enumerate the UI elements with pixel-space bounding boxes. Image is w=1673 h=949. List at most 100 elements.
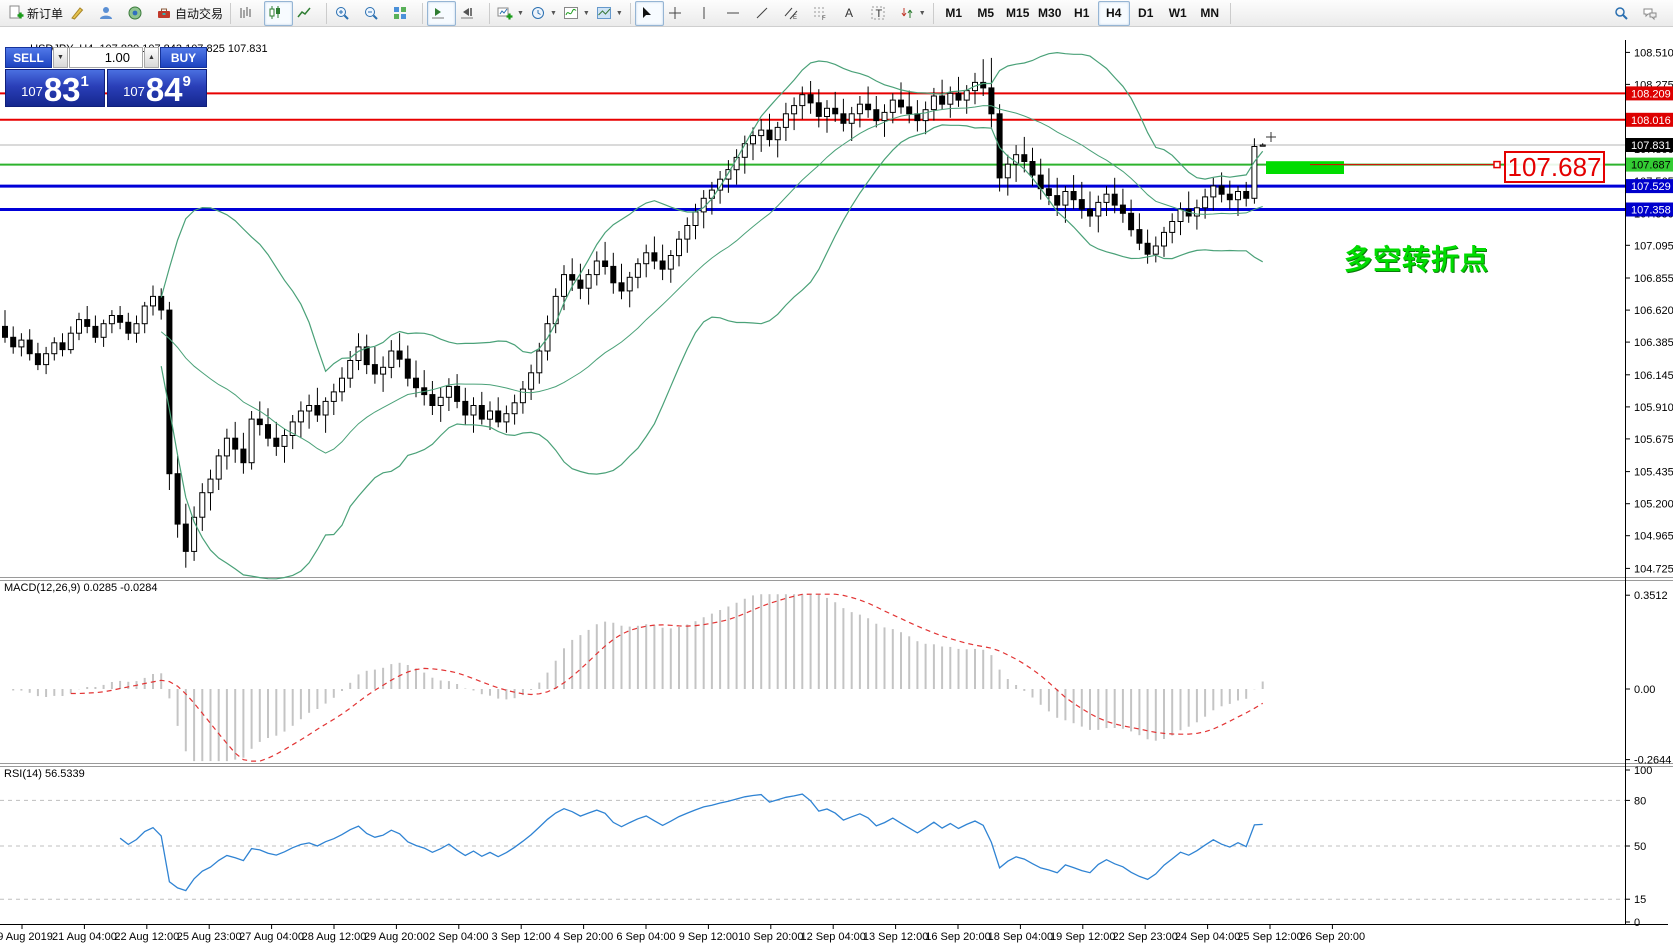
toolbar-separator <box>230 3 231 24</box>
metaeditor-button[interactable] <box>66 1 95 26</box>
pencil-icon <box>69 5 85 21</box>
tf-mn-button[interactable]: MN <box>1194 1 1226 26</box>
indicators-list-button[interactable]: ▼ <box>560 1 593 26</box>
trendline-button[interactable] <box>751 1 780 26</box>
clock-icon <box>530 5 546 21</box>
tile-windows-button[interactable] <box>389 1 418 26</box>
svg-text:24 Sep 04:00: 24 Sep 04:00 <box>1175 931 1240 943</box>
terminal-window: 108.510108.275108.040107.800107.565107.3… <box>0 0 1673 949</box>
svg-text:4 Sep 20:00: 4 Sep 20:00 <box>554 931 613 943</box>
horizontal-line-button[interactable] <box>722 1 751 26</box>
tf-m5-button[interactable]: M5 <box>970 1 1002 26</box>
sell-button[interactable]: SELL <box>5 47 52 68</box>
volume-decrease-button[interactable]: ▼ <box>53 47 68 68</box>
zoom-out-icon <box>363 5 379 21</box>
svg-text:100: 100 <box>1634 765 1652 777</box>
svg-text:106.385: 106.385 <box>1634 337 1673 349</box>
hline-icon <box>725 5 741 21</box>
chart-canvas[interactable]: 108.510108.275108.040107.800107.565107.3… <box>0 0 1673 949</box>
periods-button[interactable]: ▼ <box>527 1 560 26</box>
svg-text:107.095: 107.095 <box>1634 240 1673 252</box>
volume-increase-button[interactable]: ▲ <box>144 47 159 68</box>
svg-text:104.725: 104.725 <box>1634 563 1673 575</box>
bars-icon <box>238 5 254 21</box>
svg-text:21 Aug 04:00: 21 Aug 04:00 <box>52 931 117 943</box>
zoom-out-button[interactable] <box>360 1 389 26</box>
cursor-button[interactable] <box>635 1 664 26</box>
toolbar-separator <box>630 3 631 24</box>
svg-text:105.435: 105.435 <box>1634 467 1673 479</box>
svg-text:13 Sep 12:00: 13 Sep 12:00 <box>863 931 928 943</box>
chart-shift-button[interactable] <box>456 1 485 26</box>
tf-w1-button[interactable]: W1 <box>1162 1 1194 26</box>
line-chart-button[interactable] <box>293 1 322 26</box>
templates-button[interactable]: ▼ <box>593 1 626 26</box>
svg-text:108.209: 108.209 <box>1631 88 1671 100</box>
new-chart-button[interactable]: ▼ <box>494 1 527 26</box>
chart-plus-icon <box>497 5 513 21</box>
buy-price-big: 84 <box>146 77 183 103</box>
svg-text:108.510: 108.510 <box>1634 47 1673 59</box>
candlesticks <box>3 58 1266 568</box>
tf-m30-button[interactable]: M30 <box>1034 1 1066 26</box>
auto-scroll-button[interactable] <box>427 1 456 26</box>
fibo-icon: F <box>812 5 828 21</box>
svg-text:18 Sep 04:00: 18 Sep 04:00 <box>988 931 1053 943</box>
sell-price-big: 83 <box>44 77 81 103</box>
candles-icon <box>267 5 283 21</box>
shift-icon <box>459 5 475 21</box>
tf-h1-button[interactable]: H1 <box>1066 1 1098 26</box>
labelT-icon: T <box>870 5 886 21</box>
tf-d1-button[interactable]: D1 <box>1130 1 1162 26</box>
chevron-down-icon: ▼ <box>616 10 623 17</box>
svg-text:25 Sep 12:00: 25 Sep 12:00 <box>1237 931 1302 943</box>
buy-price-prefix: 107 <box>123 84 145 99</box>
candlestick-chart-button[interactable] <box>264 1 293 26</box>
bar-chart-button[interactable] <box>235 1 264 26</box>
crosshair-button[interactable] <box>664 1 693 26</box>
highlight-rectangle[interactable] <box>1266 161 1344 174</box>
svg-text:106.620: 106.620 <box>1634 305 1673 317</box>
new-order-button[interactable]: 新订单 <box>5 1 66 26</box>
community-chat-button[interactable] <box>1639 1 1668 26</box>
buy-price-button[interactable]: 107849 <box>107 69 207 107</box>
template-icon <box>596 5 612 21</box>
equidistant-channel-button[interactable]: E <box>780 1 809 26</box>
chevron-down-icon: ▼ <box>919 10 926 17</box>
svg-text:9 Sep 12:00: 9 Sep 12:00 <box>679 931 738 943</box>
search-button[interactable] <box>1610 1 1639 26</box>
turning-point-label[interactable]: 多空转折点 <box>1344 238 1489 278</box>
svg-text:106.145: 106.145 <box>1634 370 1673 382</box>
toolbar-group-chart-types <box>235 1 322 26</box>
rsi-title: RSI(14) 56.5339 <box>4 768 85 780</box>
fibonacci-retracement-button[interactable]: F <box>809 1 838 26</box>
text-button[interactable]: A <box>838 1 867 26</box>
tf-h4-button[interactable]: H4 <box>1098 1 1130 26</box>
linechart-icon <box>296 5 312 21</box>
text-label-button[interactable]: T <box>867 1 896 26</box>
toolbar-group-scroll <box>427 1 485 26</box>
tf-m1-button[interactable]: M1 <box>938 1 970 26</box>
tf-m15-button[interactable]: M15 <box>1002 1 1034 26</box>
svg-text:12 Sep 04:00: 12 Sep 04:00 <box>800 931 865 943</box>
chevron-down-icon: ▼ <box>583 10 590 17</box>
market-signals-button[interactable] <box>124 1 153 26</box>
buy-button[interactable]: BUY <box>160 47 207 68</box>
vertical-line-button[interactable] <box>693 1 722 26</box>
profile-button[interactable] <box>95 1 124 26</box>
toolbar-separator <box>422 3 423 24</box>
level-lines[interactable] <box>0 93 1625 209</box>
svg-text:0: 0 <box>1634 917 1640 929</box>
tf-w1-label: W1 <box>1169 6 1187 20</box>
svg-text:F: F <box>822 16 826 21</box>
zoom-in-button[interactable] <box>331 1 360 26</box>
tf-h1-label: H1 <box>1074 6 1089 20</box>
auto-trading-button[interactable]: 自动交易 <box>153 1 226 26</box>
volume-input[interactable]: 1.00 <box>69 47 143 68</box>
auto-trading-label: 自动交易 <box>175 5 223 22</box>
svg-text:105.200: 105.200 <box>1634 499 1673 511</box>
sell-price-button[interactable]: 107831 <box>5 69 105 107</box>
svg-text:15: 15 <box>1634 894 1646 906</box>
arrow-objects-button[interactable]: ▼ <box>896 1 929 26</box>
price-annotation-box[interactable]: 107.687 <box>1504 151 1605 183</box>
